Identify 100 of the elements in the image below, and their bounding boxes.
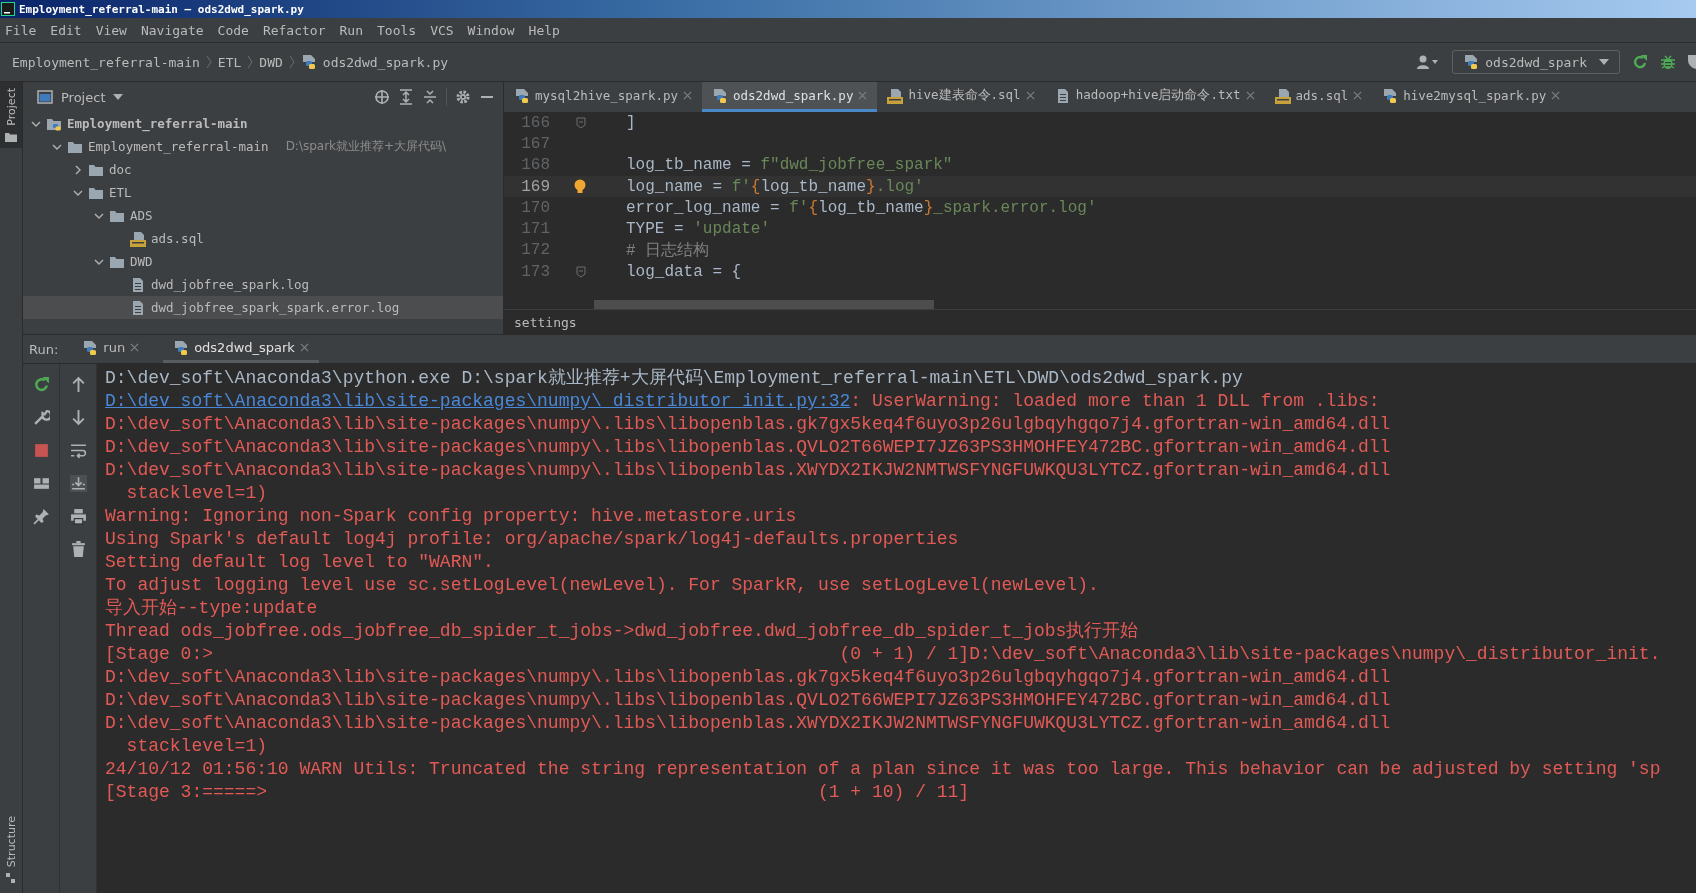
expand-all-icon[interactable] — [398, 89, 414, 105]
line-number: 172 — [520, 241, 551, 260]
fold-marker-icon[interactable] — [576, 116, 586, 129]
breadcrumb-item[interactable]: DWD — [259, 54, 283, 70]
rerun-icon[interactable] — [1632, 54, 1648, 70]
project-view-dropdown[interactable]: Project — [61, 89, 106, 105]
line-number: 169 — [520, 177, 551, 196]
shield-icon[interactable] — [1688, 54, 1696, 70]
run-tab[interactable]: run — [72, 335, 150, 363]
python-file-icon — [1382, 87, 1399, 104]
menu-item[interactable]: Tools — [377, 22, 417, 38]
editor-tab[interactable]: hadoop+hive启动命令.txt — [1044, 82, 1265, 112]
soft-wrap-icon[interactable] — [69, 442, 87, 459]
tree-item-label: Employment_referral-main — [88, 139, 269, 154]
tree-item-label: ADS — [130, 208, 153, 223]
python-file-icon — [82, 339, 99, 356]
menu-item[interactable]: Window — [467, 22, 515, 38]
menu-item[interactable]: Run — [339, 22, 363, 38]
breadcrumb-item[interactable]: ETL — [217, 54, 242, 70]
project-tool-tab[interactable]: Project — [0, 82, 22, 148]
console-text: To adjust logging level use sc.setLogLevel(newLevel). For SparkR, use setLogLevel(newLevel). — [105, 575, 1099, 595]
editor-breadcrumb[interactable]: settings — [514, 314, 577, 330]
code-text: log_tb_name = f"dwd_jobfree_spark" — [626, 156, 953, 175]
close-icon[interactable] — [1245, 91, 1255, 100]
editor-tab[interactable]: ods2dwd_spark.py — [702, 82, 878, 112]
code-text: TYPE = 'update' — [626, 220, 771, 239]
sql-file-icon — [130, 230, 146, 247]
settings-icon[interactable] — [455, 89, 471, 105]
menu-item[interactable]: Code — [217, 22, 249, 38]
user-icon[interactable] — [1416, 54, 1441, 70]
stop-icon[interactable] — [32, 442, 50, 459]
menu-item[interactable]: File — [5, 22, 37, 38]
dropdown-caret-icon[interactable] — [1599, 59, 1609, 65]
tree-item[interactable]: dwd_jobfree_spark_spark.error.log — [23, 296, 503, 319]
pin-icon[interactable] — [32, 508, 50, 525]
python-file-icon — [514, 87, 530, 104]
horizontal-scrollbar[interactable] — [594, 300, 934, 309]
print-icon[interactable] — [69, 508, 87, 525]
structure-tool-tab[interactable]: Structure — [0, 809, 22, 893]
rerun-icon[interactable] — [32, 376, 50, 393]
tree-item-label: ETL — [109, 185, 132, 200]
menu-item[interactable]: Help — [528, 22, 560, 38]
debug-bug-icon[interactable] — [1660, 54, 1676, 70]
path-hint: D:\spark就业推荐+大屏代码\ — [285, 138, 447, 155]
code-text: log_data = { — [626, 262, 742, 281]
editor-tab[interactable]: ads.sql — [1264, 82, 1373, 112]
menu-item[interactable]: Navigate — [140, 22, 204, 38]
python-file-icon — [300, 54, 317, 70]
editor-tab[interactable]: hive2mysql_spark.py — [1372, 82, 1571, 112]
tree-item-label: dwd_jobfree_spark.log — [151, 277, 310, 292]
scroll-to-end-icon[interactable] — [69, 475, 87, 492]
fold-marker-icon[interactable] — [576, 265, 586, 278]
editor-tab[interactable]: hive建表命令.sql — [877, 82, 1045, 112]
tree-item[interactable]: dwd_jobfree_spark.log — [23, 273, 503, 296]
menu-item[interactable]: Refactor — [262, 22, 326, 38]
locate-crosshair-icon[interactable] — [374, 89, 390, 105]
file-link[interactable]: D:\dev_soft\Anaconda3\lib\site-packages\numpy\_distributor_init.py:32 — [105, 391, 851, 411]
close-icon[interactable] — [683, 91, 692, 100]
panel-window-icon — [37, 89, 53, 105]
code-text: error_log_name = f'{log_tb_name}_spark.error.log' — [626, 198, 1097, 217]
console-text: [Stage 3:=====> (1 + 10) / 11] — [105, 782, 970, 802]
chevron-separator-icon — [247, 55, 254, 69]
run-panel-label: Run: — [29, 341, 59, 357]
breadcrumb-item[interactable]: Employment_referral-main — [12, 54, 200, 70]
breadcrumb-item[interactable]: ods2dwd_spark.py — [322, 54, 449, 70]
line-number: 168 — [520, 156, 551, 175]
python-file-icon — [712, 87, 728, 104]
dropdown-caret-icon[interactable] — [113, 94, 124, 100]
console-text: 导入开始--type:update — [105, 598, 318, 618]
tree-item[interactable]: ADS — [23, 204, 503, 227]
close-icon[interactable] — [1025, 91, 1035, 100]
tree-item[interactable]: ETL — [23, 181, 503, 204]
console-text: : UserWarning: loaded more than 1 DLL from .libs: — [850, 391, 1380, 411]
menu-item[interactable]: VCS — [430, 22, 454, 38]
editor-tab[interactable]: mysql2hive_spark.py — [504, 82, 702, 112]
wrench-icon[interactable] — [32, 409, 50, 426]
tree-item[interactable]: doc — [23, 158, 503, 181]
close-icon[interactable] — [299, 343, 309, 352]
trash-icon[interactable] — [69, 541, 87, 558]
close-icon[interactable] — [1353, 91, 1363, 100]
console-text: stacklevel=1) — [125, 736, 268, 756]
console-text: D:\dev_soft\Anaconda3\lib\site-packages\numpy\.libs\libopenblas.QVLO2T66WEPI7JZ63PS3HMOHFEY472BC.gfortran-win_amd64.dll — [105, 690, 1391, 710]
collapse-all-icon[interactable] — [422, 89, 438, 105]
console-text: D:\dev_soft\Anaconda3\lib\site-packages\numpy\.libs\libopenblas.QVLO2T66WEPI7JZ63PS3HMOHFEY472BC.gfortran-win_amd64.dll — [105, 437, 1391, 457]
console-text: D:\dev_soft\Anaconda3\lib\site-packages\numpy\.libs\libopenblas.gk7gx5keq4f6uyo3p26ulgbqyhgqo7j4.gfortran-win_amd64.dll — [105, 667, 1391, 687]
tree-item[interactable]: DWD — [23, 250, 503, 273]
line-number: 166 — [520, 113, 551, 132]
line-number: 170 — [520, 198, 551, 217]
menu-item[interactable]: View — [95, 22, 127, 38]
tree-item[interactable]: Employment_referral-main — [23, 112, 503, 135]
lightbulb-icon[interactable] — [574, 178, 586, 195]
collapsed-chevron-icon[interactable] — [73, 164, 83, 175]
menu-item[interactable]: Edit — [50, 22, 82, 38]
close-icon[interactable] — [1551, 91, 1561, 100]
run-configuration-dropdown[interactable]: ods2dwd_spark — [1452, 50, 1620, 74]
layout-icon[interactable] — [32, 475, 50, 492]
close-icon[interactable] — [130, 343, 140, 352]
tree-item[interactable]: Employment_referral-main D:\spark就业推荐+大屏代码\ — [23, 135, 503, 158]
tree-item-label: Employment_referral-main — [67, 116, 248, 131]
tree-item[interactable]: ads.sql — [23, 227, 503, 250]
